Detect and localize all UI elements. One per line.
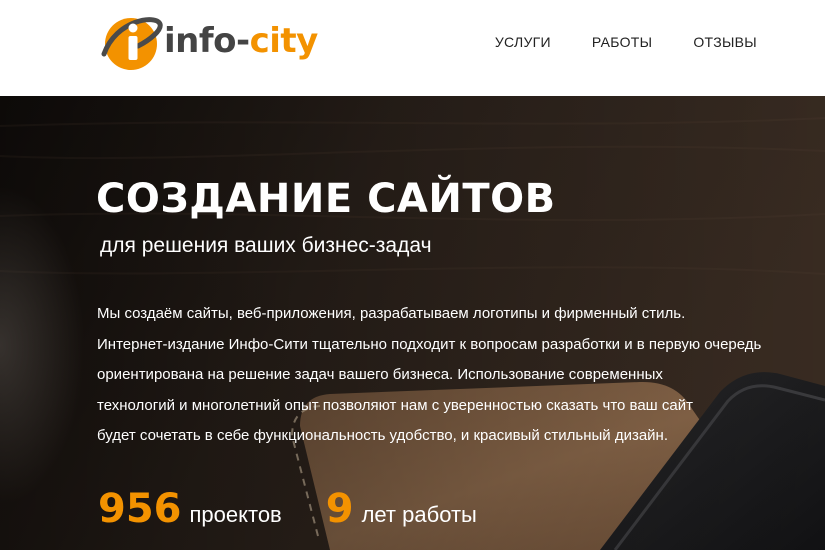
stats-row: 956 проектов 9 лет работы <box>98 486 477 532</box>
logo-wordmark: info-city <box>164 21 318 61</box>
description-line: ориентирована на решение задач вашего би… <box>97 366 663 383</box>
description-line: технологий и многолетний опыт позволяют … <box>97 396 693 414</box>
info-i-orbit-icon <box>101 17 163 70</box>
logo-text-prefix: info- <box>164 21 250 61</box>
nav-item-works[interactable]: РАБОТЫ <box>592 34 652 50</box>
site-logo[interactable]: info-city <box>98 10 378 74</box>
nav-item-reviews[interactable]: ОТЗЫВЫ <box>693 34 757 50</box>
hero-subtitle: для решения ваших бизнес-задач <box>100 234 432 257</box>
stat-years-number: 9 <box>325 486 354 532</box>
nav-item-services[interactable]: УСЛУГИ <box>495 34 551 50</box>
main-nav: УСЛУГИ РАБОТЫ ОТЗЫВЫ <box>495 34 757 50</box>
description-line: Интернет-издание Инфо-Сити тщательно под… <box>97 335 762 353</box>
hero-section: СОЗДАНИЕ САЙТОВ для решения ваших бизнес… <box>0 96 825 550</box>
description-line: будет сочетать в себе функциональность у… <box>97 427 668 444</box>
site-header: info-city УСЛУГИ РАБОТЫ ОТЗЫВЫ <box>0 0 825 96</box>
logo-text-accent: city <box>249 21 319 61</box>
hero-description: Мы создаём сайты, веб-приложения, разраб… <box>97 299 817 452</box>
stat-projects-label: проектов <box>189 502 282 527</box>
stat-years-label: лет работы <box>361 502 477 527</box>
description-line: Мы создаём сайты, веб-приложения, разраб… <box>97 305 686 322</box>
hero-title: СОЗДАНИЕ САЙТОВ <box>96 176 556 222</box>
stat-projects-number: 956 <box>98 486 182 532</box>
